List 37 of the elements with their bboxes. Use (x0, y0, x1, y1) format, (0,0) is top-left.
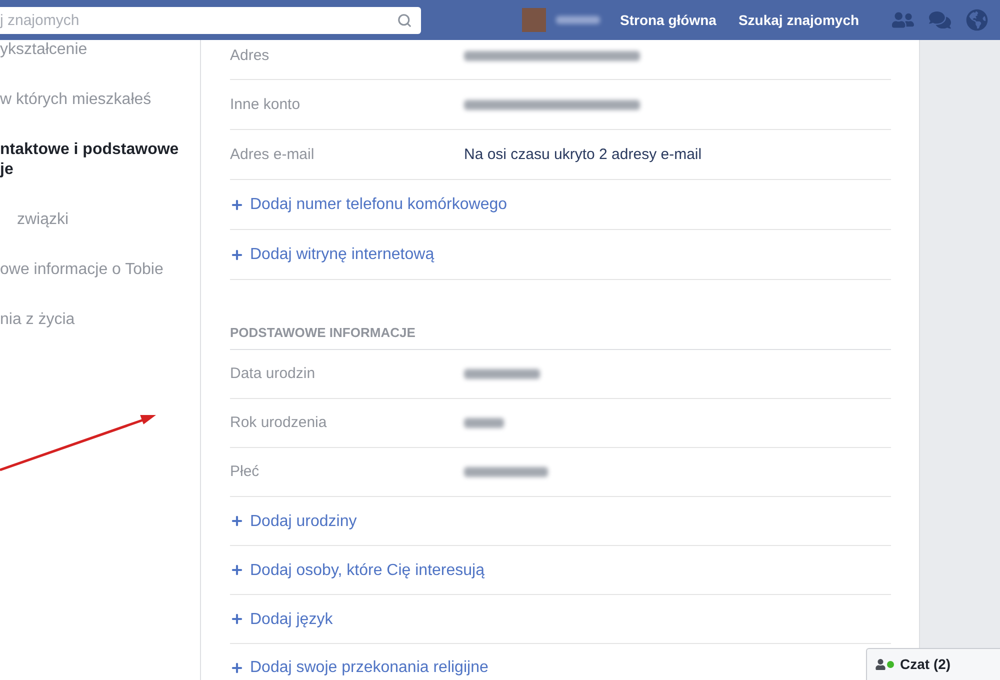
sidebar-item[interactable]: ykształcenie (0, 40, 190, 60)
field-value: Na osi czasu ukryto 2 adresy e-mail (464, 146, 702, 164)
plus-icon (230, 248, 244, 262)
plus-icon (230, 514, 244, 528)
add-link[interactable]: Dodaj witrynę internetową (230, 245, 434, 264)
photo-placeholder (522, 8, 546, 32)
globe-icon[interactable] (966, 9, 988, 31)
add-link[interactable]: Dodaj urodziny (230, 512, 357, 530)
add-link[interactable]: Dodaj osoby, które Cię interesują (230, 560, 484, 580)
chat-button[interactable]: Czat (2) (866, 648, 1000, 680)
nav-link[interactable]: Szukaj znajomych (738, 10, 860, 30)
nav-link[interactable]: Strona główna (620, 10, 716, 30)
sidebar-item[interactable]: związki (0, 210, 190, 230)
add-link[interactable]: Dodaj numer telefonu komórkowego (230, 195, 508, 214)
add-link[interactable]: Dodaj język (230, 610, 333, 628)
plus-icon (230, 198, 244, 212)
field-label: Data urodzin (230, 365, 316, 383)
messages-icon[interactable] (929, 9, 951, 31)
sidebar-item[interactable]: nia z życia (0, 310, 190, 330)
search-icon[interactable] (397, 12, 412, 28)
sidebar-item[interactable]: ntaktowe i podstawowe je (0, 140, 190, 180)
blurred-text (556, 16, 600, 24)
field-label: Inne konto (230, 96, 302, 114)
person-icon (875, 659, 886, 670)
search-field[interactable]: j znajomych (0, 6, 421, 34)
field-label: Rok urodzenia (230, 414, 328, 432)
sidebar-item[interactable]: owe informacje o Tobie (0, 260, 190, 280)
field-label: Płeć (230, 463, 260, 481)
section-title: PODSTAWOWE INFORMACJE (230, 325, 891, 350)
blurred-text (464, 418, 504, 428)
field-label: Adres e-mail (230, 146, 316, 164)
sidebar-item[interactable]: w których mieszkałeś (0, 90, 190, 110)
field-label: Adres (230, 47, 270, 65)
plus-icon (230, 612, 244, 626)
plus-icon (230, 563, 244, 577)
plus-icon (230, 660, 244, 674)
add-link[interactable]: Dodaj swoje przekonania religijne (230, 658, 488, 677)
